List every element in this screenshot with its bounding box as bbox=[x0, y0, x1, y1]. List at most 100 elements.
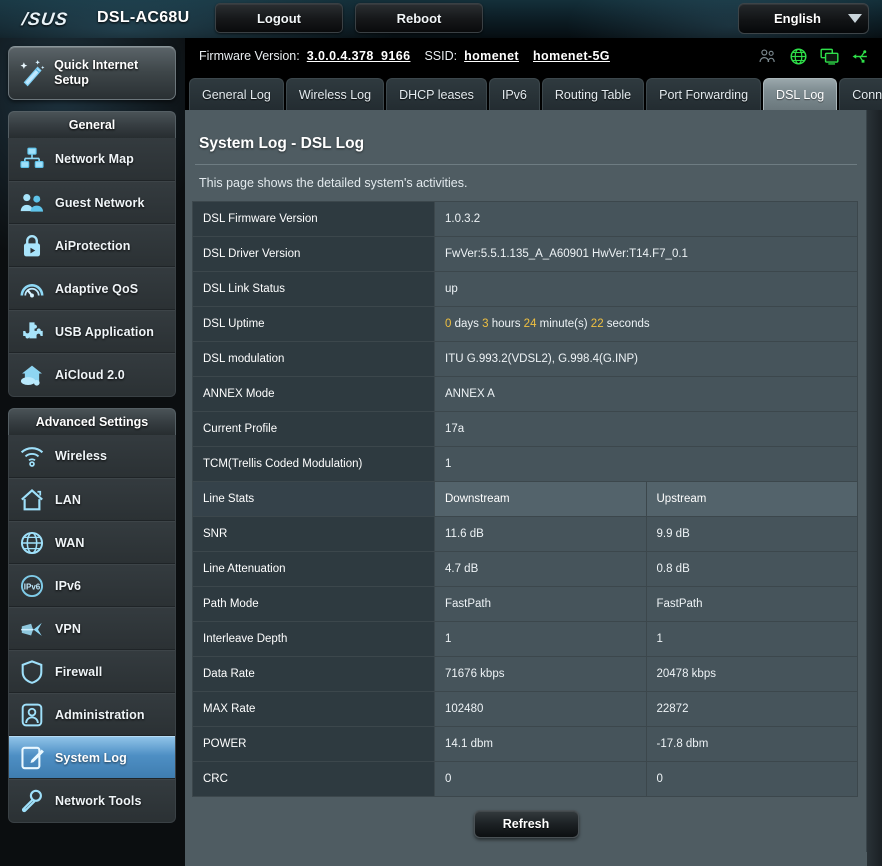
table-row: Path Mode FastPath FastPath bbox=[192, 586, 858, 622]
sidebar-item-label: Firewall bbox=[55, 664, 103, 679]
guest-users-icon[interactable] bbox=[758, 47, 777, 66]
ssid-5g-value[interactable]: homenet-5G bbox=[533, 49, 610, 63]
panel-right-gutter bbox=[867, 110, 882, 866]
downstream-header: Downstream bbox=[434, 481, 647, 517]
tab-dsl-log[interactable]: DSL Log bbox=[763, 78, 838, 110]
row-label: Current Profile bbox=[192, 411, 435, 447]
sidebar-item-label: AiCloud 2.0 bbox=[55, 368, 125, 382]
monitor-icon[interactable] bbox=[820, 47, 839, 66]
router-model-label: DSL-AC68U bbox=[97, 9, 190, 26]
sidebar-item-aicloud[interactable]: AiCloud 2.0 bbox=[9, 353, 175, 396]
sidebar-item-wan[interactable]: WAN bbox=[9, 521, 175, 564]
globe-icon[interactable] bbox=[789, 47, 808, 66]
tab-connections[interactable]: Connections bbox=[839, 78, 882, 110]
reboot-button[interactable]: Reboot bbox=[355, 3, 483, 33]
row-value: 17a bbox=[434, 411, 858, 447]
sidebar-item-vpn[interactable]: VPN bbox=[9, 607, 175, 650]
line-stats-label: Line Stats bbox=[192, 481, 435, 517]
table-row: DSL Firmware Version 1.0.3.2 bbox=[192, 201, 858, 237]
tab-wireless-log[interactable]: Wireless Log bbox=[285, 78, 385, 110]
tab-dhcp-leases[interactable]: DHCP leases bbox=[386, 78, 487, 110]
status-icon-group bbox=[758, 47, 870, 66]
tab-ipv6[interactable]: IPv6 bbox=[488, 78, 540, 110]
sidebar-item-label: Network Tools bbox=[55, 794, 142, 808]
table-row: Data Rate 71676 kbps 20478 kbps bbox=[192, 656, 858, 692]
sidebar-item-ipv6[interactable]: IPv6 IPv6 bbox=[9, 564, 175, 607]
ssid-label: SSID: bbox=[424, 49, 458, 63]
sidebar-item-label: AiProtection bbox=[55, 238, 131, 253]
row-value: 1 bbox=[434, 446, 858, 482]
row-label: POWER bbox=[192, 726, 435, 762]
sidebar-item-wireless[interactable]: Wireless bbox=[9, 435, 175, 478]
table-row: DSL modulation ITU G.993.2(VDSL2), G.998… bbox=[192, 341, 858, 377]
sidebar-item-firewall[interactable]: Firewall bbox=[9, 650, 175, 693]
network-map-icon bbox=[9, 146, 55, 172]
shield-icon bbox=[9, 659, 55, 685]
uptime-number: 24 bbox=[523, 318, 537, 330]
language-selector[interactable]: English bbox=[738, 3, 869, 34]
row-value: 1.0.3.2 bbox=[434, 201, 858, 237]
sidebar-item-lan[interactable]: LAN bbox=[9, 478, 175, 521]
tab-bar: General Log Wireless Log DHCP leases IPv… bbox=[185, 74, 882, 110]
downstream-value: 102480 bbox=[434, 691, 647, 727]
row-label: SNR bbox=[192, 516, 435, 552]
sidebar-item-system-log[interactable]: System Log bbox=[9, 736, 175, 779]
sidebar-item-administration[interactable]: Administration bbox=[9, 693, 175, 736]
cloud-house-icon bbox=[9, 362, 55, 388]
upstream-value: 1 bbox=[645, 621, 858, 657]
downstream-value: 14.1 dbm bbox=[434, 726, 647, 762]
downstream-value: FastPath bbox=[434, 586, 647, 622]
refresh-button[interactable]: Refresh bbox=[473, 810, 579, 838]
sidebar-item-label: WAN bbox=[55, 535, 85, 550]
line-stats-header-row: Line Stats Downstream Upstream bbox=[192, 481, 858, 517]
sidebar-item-label: LAN bbox=[55, 492, 81, 507]
row-value: ITU G.993.2(VDSL2), G.998.4(G.INP) bbox=[434, 341, 858, 377]
row-label: DSL Driver Version bbox=[192, 236, 435, 272]
downstream-value: 1 bbox=[434, 621, 647, 657]
sidebar-item-label: Wireless bbox=[55, 449, 108, 463]
router-admin-page: /SUS DSL-AC68U Logout Reboot English Fir… bbox=[0, 0, 882, 866]
sidebar-item-label: Adaptive QoS bbox=[55, 281, 139, 296]
sidebar-item-network-map[interactable]: Network Map bbox=[9, 138, 175, 181]
table-row: Interleave Depth 1 1 bbox=[192, 621, 858, 657]
upstream-value: 20478 kbps bbox=[645, 656, 858, 692]
svg-text:IPv6: IPv6 bbox=[24, 582, 41, 591]
table-row: DSL Driver Version FwVer:5.5.1.135_A_A60… bbox=[192, 236, 858, 272]
logout-button[interactable]: Logout bbox=[215, 3, 343, 33]
firmware-version-value[interactable]: 3.0.0.4.378_9166 bbox=[307, 49, 411, 63]
tab-port-forwarding[interactable]: Port Forwarding bbox=[646, 78, 762, 110]
house-icon bbox=[9, 487, 55, 513]
chevron-down-icon bbox=[842, 14, 868, 23]
tab-general-log[interactable]: General Log bbox=[189, 78, 284, 110]
quick-internet-setup-button[interactable]: Quick Internet Setup bbox=[8, 46, 176, 100]
upstream-value: 0.8 dB bbox=[645, 551, 858, 587]
sidebar-item-label: VPN bbox=[55, 621, 82, 636]
usb-icon[interactable] bbox=[851, 47, 870, 66]
tab-routing-table[interactable]: Routing Table bbox=[541, 78, 645, 110]
title-divider bbox=[195, 164, 857, 165]
top-bar: /SUS DSL-AC68U Logout Reboot English bbox=[0, 0, 882, 38]
row-label: CRC bbox=[192, 761, 435, 797]
row-label: TCM(Trellis Coded Modulation) bbox=[192, 446, 435, 482]
row-label: DSL modulation bbox=[192, 341, 435, 377]
guest-network-icon bbox=[9, 190, 55, 216]
sidebar-item-guest-network[interactable]: Guest Network bbox=[9, 181, 175, 224]
downstream-value: 71676 kbps bbox=[434, 656, 647, 692]
upstream-value: 22872 bbox=[645, 691, 858, 727]
globe-icon bbox=[9, 530, 55, 556]
row-label: ANNEX Mode bbox=[192, 376, 435, 412]
sidebar-item-adaptive-qos[interactable]: Adaptive QoS bbox=[9, 267, 175, 310]
downstream-value: 11.6 dB bbox=[434, 516, 647, 552]
row-label: DSL Uptime bbox=[192, 306, 435, 342]
firmware-version-label: Firmware Version: bbox=[199, 49, 300, 63]
sidebar-item-aiprotection[interactable]: AiProtection bbox=[9, 224, 175, 267]
row-value: FwVer:5.5.1.135_A_A60901 HwVer:T14.F7_0.… bbox=[434, 236, 858, 272]
sidebar-item-usb-application[interactable]: USB Application bbox=[9, 310, 175, 353]
sidebar-item-network-tools[interactable]: Network Tools bbox=[9, 779, 175, 822]
sidebar-advanced-group: Wireless LAN WAN IPv6 IPv6 VPN Firewall … bbox=[8, 435, 176, 823]
row-value: up bbox=[434, 271, 858, 307]
ssid-2g-value[interactable]: homenet bbox=[464, 49, 519, 63]
wifi-icon bbox=[9, 443, 55, 469]
uptime-unit: seconds bbox=[603, 318, 650, 330]
dsl-status-table: DSL Firmware Version 1.0.3.2 DSL Driver … bbox=[192, 201, 858, 797]
